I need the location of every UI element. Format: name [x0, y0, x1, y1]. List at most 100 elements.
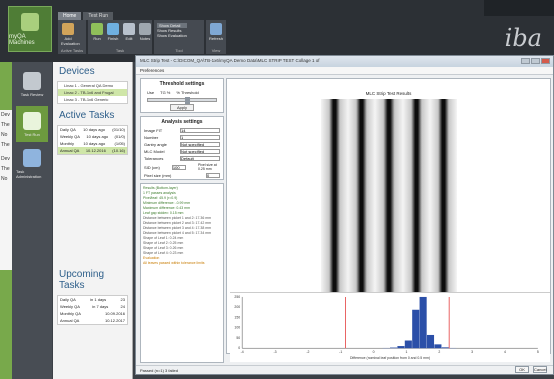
- myqa-machines-button[interactable]: myQA Machines: [8, 6, 52, 52]
- device-row[interactable]: Linac 1 - General QA Demo: [58, 82, 127, 89]
- field-gantry-angle: Gantry angle: [141, 141, 223, 148]
- notes-icon: [139, 23, 151, 35]
- minimize-button[interactable]: [521, 58, 530, 64]
- add-evaluation-icon: [62, 23, 74, 35]
- tab-home[interactable]: Home: [58, 12, 82, 20]
- task-review-icon: [23, 71, 41, 90]
- upcoming-row[interactable]: Weekly QA in 7 days 24: [58, 303, 127, 310]
- x-tick-label: -2: [306, 350, 309, 354]
- x-tick-label: -1: [339, 350, 342, 354]
- plot-title: MLC Strip Test Results: [365, 91, 412, 96]
- nav-task-review[interactable]: Task Review: [16, 66, 48, 102]
- test-run-icon: [23, 111, 41, 130]
- tolerances-select[interactable]: [180, 156, 220, 161]
- menu-preferences[interactable]: Preferences: [140, 68, 164, 73]
- pixel-size-input[interactable]: [206, 173, 220, 178]
- histogram-bar: [419, 296, 427, 349]
- threshold-options: Use TG % % Threshold: [141, 89, 223, 96]
- threshold-slider[interactable]: [147, 97, 217, 104]
- field-sid: SID (cm)Pixel size at 0.25 mm: [141, 162, 223, 172]
- x-axis-label: Difference (nominal leaf position from 0…: [350, 356, 430, 360]
- notes-button[interactable]: Notes: [139, 23, 151, 41]
- nav-task-administration[interactable]: Task Administration: [16, 146, 48, 182]
- finish-button[interactable]: Finish: [107, 23, 119, 41]
- y-tick-label: 50: [236, 336, 240, 340]
- sid-input[interactable]: [171, 164, 186, 170]
- y-tick-label: 250: [234, 295, 240, 299]
- results-panel: Results (Bottom-layer) 1 FT passes analy…: [140, 183, 224, 363]
- difference-histogram: -4 -3 -2 -1 0 1 2 3 4 5050100150200250Difference …: [230, 292, 550, 362]
- device-row[interactable]: Linac 3 - TB-1x6 Generic: [58, 96, 127, 103]
- close-button[interactable]: [541, 58, 550, 64]
- maximize-button[interactable]: [531, 58, 540, 64]
- mlc-model-select[interactable]: [180, 149, 220, 154]
- nav-test-run[interactable]: Test Run: [16, 106, 48, 142]
- x-tick-label: 4: [504, 350, 506, 354]
- task-row[interactable]: Monthly 10 days ago (1/05): [58, 140, 127, 147]
- window-top-bar: [484, 0, 554, 16]
- strip-picket: [429, 99, 458, 309]
- refresh-button[interactable]: Refresh: [209, 23, 223, 41]
- histogram-bar: [404, 340, 412, 349]
- upcoming-row[interactable]: Monthly QA 10.09.2016: [58, 310, 127, 317]
- ribbon-group-view: Refresh View: [206, 20, 226, 54]
- histogram-bar: [441, 347, 449, 349]
- x-tick-label: 3: [471, 350, 473, 354]
- y-tick-label: 100: [234, 326, 240, 330]
- strip-picket: [402, 99, 430, 309]
- device-row[interactable]: Linac 2 - TB-1x6 and Frugal: [58, 89, 127, 96]
- dialog-title: MLC Strip Test - C:\DICOM_QA\TB-1x6\myQA…: [140, 58, 320, 63]
- histogram-bar: [426, 334, 435, 349]
- field-pixel-size: Pixel size (mm): [141, 172, 223, 179]
- upcoming-tasks-title: Upcoming Tasks: [59, 269, 105, 291]
- main-panel: Devices Linac 1 - General QA Demo Linac …: [53, 62, 133, 379]
- task-row[interactable]: Annual QA 10.12.2016 (10.16): [58, 147, 127, 154]
- threshold-option[interactable]: TG %: [160, 90, 170, 95]
- window-controls: [521, 58, 550, 64]
- gantry-angle-select[interactable]: [180, 142, 220, 147]
- active-tasks-title: Active Tasks: [59, 110, 115, 121]
- ok-button[interactable]: OK: [515, 366, 529, 373]
- tab-test-run[interactable]: Test Run: [83, 12, 114, 20]
- run-button[interactable]: Run: [91, 23, 103, 41]
- x-tick-label: 1: [405, 350, 407, 354]
- threshold-settings: Threshold settings Use TG % % Threshold …: [140, 78, 224, 113]
- ribbon-group-tool: Show Detail Show Results Show Evaluation…: [154, 20, 204, 54]
- x-tick-label: 0: [373, 350, 375, 354]
- edit-button[interactable]: Edit: [123, 23, 135, 41]
- histogram-bar: [397, 346, 405, 349]
- run-icon: [91, 23, 103, 35]
- cancel-button[interactable]: Cancel: [533, 366, 547, 373]
- analysis-settings: Analysis settings Image FIT Number Gantr…: [140, 116, 224, 180]
- number-input[interactable]: [180, 135, 220, 140]
- image-fit-input[interactable]: [180, 128, 220, 133]
- pixel-note: Pixel size at 0.25 mm: [198, 163, 217, 171]
- task-row[interactable]: Weekly QA 10 days ago (01/0): [58, 133, 127, 140]
- histogram-bar: [412, 309, 420, 349]
- strip-picket: [375, 99, 403, 309]
- upcoming-row[interactable]: Daily QA in 1 days 23: [58, 296, 127, 303]
- ribbon: myQA Machines Home Test Run Add Evaluati…: [0, 0, 554, 62]
- upcoming-row[interactable]: Annual QA 10.12.2017: [58, 317, 127, 324]
- group-label-tool: Tool: [175, 48, 183, 53]
- apply-row: Apply: [141, 104, 223, 112]
- status-text: Passed (n=1) 3 failed: [140, 368, 178, 373]
- threshold-option[interactable]: % Threshold: [176, 90, 198, 95]
- show-evaluation-button[interactable]: Show Evaluation: [157, 33, 187, 38]
- field-tolerances: Tolerances: [141, 155, 223, 162]
- edit-icon: [123, 23, 135, 35]
- mlc-strip-test-dialog: MLC Strip Test - C:\DICOM_QA\TB-1x6\myQA…: [135, 55, 554, 375]
- histogram-bar: [434, 344, 442, 349]
- slider-thumb[interactable]: [185, 97, 191, 104]
- task-administration-icon: [23, 149, 41, 167]
- upcoming-tasks-list: Daily QA in 1 days 23 Weekly QA in 7 days 24…: [57, 295, 128, 325]
- y-tick-label: 0: [238, 346, 240, 350]
- add-evaluation-button[interactable]: Add Evaluation: [61, 23, 80, 46]
- dialog-status-bar: Passed (n=1) 3 failed OK Cancel: [136, 365, 553, 374]
- machines-icon: [21, 12, 39, 31]
- task-row[interactable]: Daily QA 10 days ago (01/10): [58, 126, 127, 133]
- apply-button[interactable]: Apply: [169, 104, 194, 111]
- x-tick-label: -3: [273, 350, 276, 354]
- threshold-option[interactable]: Use: [147, 90, 154, 95]
